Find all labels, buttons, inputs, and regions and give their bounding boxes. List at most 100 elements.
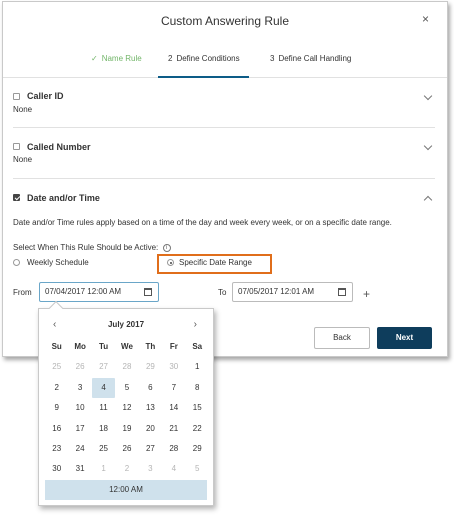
day-cell[interactable]: 2 xyxy=(45,378,68,398)
day-cell[interactable]: 27 xyxy=(139,439,162,459)
next-button[interactable]: Next xyxy=(377,327,432,349)
day-cell[interactable]: 5 xyxy=(115,378,138,398)
day-cell[interactable]: 31 xyxy=(68,459,91,479)
day-cell[interactable]: 21 xyxy=(162,419,185,439)
chevron-down-icon[interactable] xyxy=(423,91,433,101)
day-cell[interactable]: 28 xyxy=(162,439,185,459)
day-cell[interactable]: 10 xyxy=(68,398,91,418)
day-cell[interactable]: 9 xyxy=(45,398,68,418)
selected-day-cell[interactable]: 4 xyxy=(91,377,116,399)
day-cell[interactable]: 22 xyxy=(186,419,209,439)
weekday-header: We xyxy=(121,342,133,351)
specific-date-range-label[interactable]: Specific Date Range xyxy=(179,258,252,267)
step-number: 3 xyxy=(270,54,275,63)
day-cell[interactable]: 26 xyxy=(115,439,138,459)
day-cell[interactable]: 29 xyxy=(139,357,162,377)
day-cell[interactable]: 15 xyxy=(186,398,209,418)
step-label: Define Conditions xyxy=(176,54,240,63)
step-define-conditions[interactable]: 2 Define Conditions xyxy=(168,54,240,63)
datepicker-grid: Su Mo Tu We Th Fr Sa 25 26 27 28 29 30 1… xyxy=(45,337,209,480)
date-time-checkbox[interactable] xyxy=(13,194,20,201)
called-number-checkbox[interactable] xyxy=(13,143,20,150)
day-cell[interactable]: 25 xyxy=(45,357,68,377)
to-date-input[interactable]: 07/05/2017 12:01 AM xyxy=(232,282,353,302)
chevron-down-icon[interactable] xyxy=(423,141,433,151)
called-number-value: None xyxy=(13,155,33,164)
day-cell[interactable]: 30 xyxy=(45,459,68,479)
add-icon[interactable]: + xyxy=(363,287,370,301)
step-name-rule[interactable]: ✓ Name Rule xyxy=(91,54,142,63)
week-row: 16 17 18 19 20 21 22 xyxy=(45,419,209,439)
back-button[interactable]: Back xyxy=(314,327,370,349)
day-cell[interactable]: 26 xyxy=(68,357,91,377)
datepicker-month-title[interactable]: July 2017 xyxy=(39,320,213,329)
week-row: 9 10 11 12 13 14 15 xyxy=(45,398,209,418)
day-cell[interactable]: 3 xyxy=(68,378,91,398)
weekly-schedule-label[interactable]: Weekly Schedule xyxy=(27,258,89,267)
calendar-icon[interactable] xyxy=(144,288,152,296)
day-cell[interactable]: 5 xyxy=(186,459,209,479)
day-cell[interactable]: 8 xyxy=(186,378,209,398)
caller-id-value: None xyxy=(13,105,33,114)
day-cell[interactable]: 29 xyxy=(186,439,209,459)
close-icon[interactable]: × xyxy=(422,12,429,26)
weekday-header: Th xyxy=(145,342,156,351)
day-cell[interactable]: 2 xyxy=(115,459,138,479)
info-icon[interactable]: i xyxy=(162,243,171,252)
active-step-indicator xyxy=(158,76,249,78)
day-cell[interactable]: 23 xyxy=(45,439,68,459)
weekday-header: Tu xyxy=(98,342,109,351)
caller-id-section: Caller ID None xyxy=(13,79,435,128)
day-cell[interactable]: 19 xyxy=(115,419,138,439)
day-cell[interactable]: 24 xyxy=(68,439,91,459)
step-number: 2 xyxy=(168,54,173,63)
specific-date-range-radio[interactable] xyxy=(167,259,174,266)
day-cell[interactable]: 12 xyxy=(115,398,138,418)
day-cell[interactable]: 1 xyxy=(186,357,209,377)
day-cell[interactable]: 14 xyxy=(162,398,185,418)
dialog-title: Custom Answering Rule xyxy=(160,14,290,28)
called-number-label: Called Number xyxy=(27,142,91,152)
chevron-up-icon[interactable] xyxy=(423,195,433,205)
day-cell[interactable]: 13 xyxy=(139,398,162,418)
called-number-section: Called Number None xyxy=(13,128,435,179)
date-time-section: Date and/or Time xyxy=(13,179,435,209)
caller-id-checkbox[interactable] xyxy=(13,93,20,100)
from-date-value: 07/04/2017 12:00 AM xyxy=(45,287,122,296)
day-cell[interactable]: 16 xyxy=(45,419,68,439)
day-cell[interactable]: 11 xyxy=(92,398,115,418)
day-cell[interactable]: 6 xyxy=(139,378,162,398)
day-cell[interactable]: 1 xyxy=(92,459,115,479)
from-label: From xyxy=(13,288,32,297)
day-cell[interactable]: 3 xyxy=(139,459,162,479)
weekly-schedule-radio[interactable] xyxy=(13,259,20,266)
day-cell[interactable]: 7 xyxy=(162,378,185,398)
step-define-call-handling[interactable]: 3 Define Call Handling xyxy=(270,54,351,63)
select-active-text: Select When This Rule Should be Active: xyxy=(13,243,159,252)
date-time-label: Date and/or Time xyxy=(27,193,100,203)
day-cell[interactable]: 18 xyxy=(92,419,115,439)
calendar-icon[interactable] xyxy=(338,288,346,296)
week-row: 2 3 4 5 6 7 8 xyxy=(45,377,209,399)
day-cell[interactable]: 20 xyxy=(139,419,162,439)
caller-id-label: Caller ID xyxy=(27,91,64,101)
step-label: Define Call Handling xyxy=(278,54,352,63)
from-date-input[interactable]: 07/04/2017 12:00 AM xyxy=(39,282,159,302)
day-cell[interactable]: 28 xyxy=(115,357,138,377)
wizard-steps: ✓ Name Rule 2 Define Conditions 3 Define Ca… xyxy=(3,32,447,78)
checkmark-icon: ✓ xyxy=(91,54,98,63)
time-selector[interactable]: 12:00 AM xyxy=(45,480,207,500)
weekday-header: Sa xyxy=(192,342,203,351)
weekday-header: Mo xyxy=(74,342,86,351)
date-time-description: Date and/or Time rules apply based on a … xyxy=(13,218,392,227)
select-active-label: Select When This Rule Should be Active: … xyxy=(13,243,171,252)
day-cell[interactable]: 30 xyxy=(162,357,185,377)
to-date-value: 07/05/2017 12:01 AM xyxy=(238,287,315,296)
next-month-icon[interactable]: › xyxy=(194,319,197,330)
week-row: 23 24 25 26 27 28 29 xyxy=(45,439,209,459)
day-cell[interactable]: 17 xyxy=(68,419,91,439)
custom-answering-rule-dialog: Custom Answering Rule × ✓ Name Rule 2 Defi… xyxy=(2,1,448,357)
day-cell[interactable]: 25 xyxy=(92,439,115,459)
day-cell[interactable]: 4 xyxy=(162,459,185,479)
day-cell[interactable]: 27 xyxy=(92,357,115,377)
